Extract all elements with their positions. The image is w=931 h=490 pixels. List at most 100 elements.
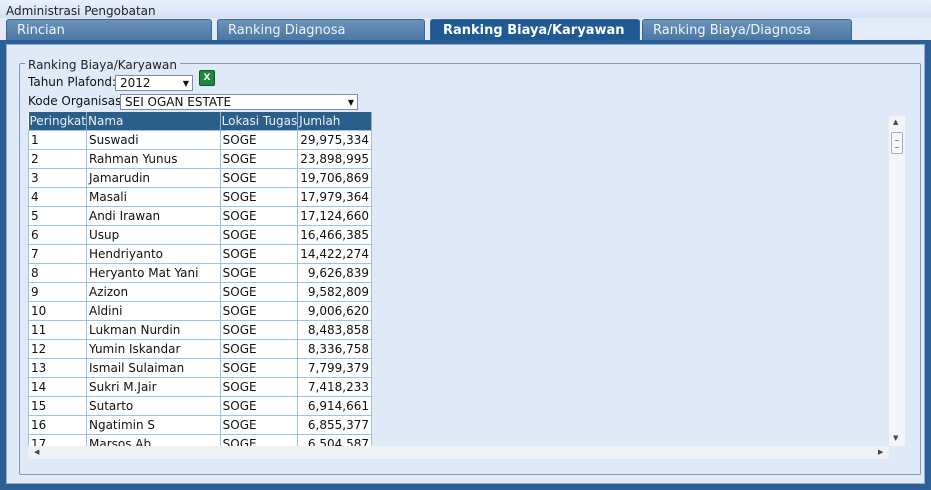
table-row[interactable]: 14 Sukri M.Jair SOGE 7,418,233 bbox=[28, 377, 372, 397]
amount-cell: 9,582,809 bbox=[297, 282, 372, 302]
location-cell: SOGE bbox=[219, 358, 299, 378]
scroll-left-icon[interactable]: ◀ bbox=[34, 448, 39, 456]
name-cell: Andi Irawan bbox=[85, 206, 221, 226]
name-cell: Rahman Yunus bbox=[85, 149, 221, 169]
location-cell: SOGE bbox=[219, 244, 299, 264]
table-row[interactable]: 5 Andi Irawan SOGE 17,124,660 bbox=[28, 206, 372, 226]
org-select-value: SEI OGAN ESTATE bbox=[125, 95, 232, 109]
amount-cell: 8,336,758 bbox=[297, 339, 372, 359]
location-cell: SOGE bbox=[219, 301, 299, 321]
location-cell: SOGE bbox=[219, 206, 299, 226]
rank-cell: 11 bbox=[28, 320, 87, 340]
amount-cell: 14,422,274 bbox=[297, 244, 372, 264]
tab-rincian[interactable]: Rincian bbox=[6, 19, 212, 40]
table-row[interactable]: 1 Suswadi SOGE 29,975,334 bbox=[28, 130, 372, 150]
amount-cell: 6,855,377 bbox=[297, 415, 372, 435]
table-row[interactable]: 15 Sutarto SOGE 6,914,661 bbox=[28, 396, 372, 416]
table-row[interactable]: 8 Heryanto Mat Yani SOGE 9,626,839 bbox=[28, 263, 372, 283]
name-cell: Masali bbox=[85, 187, 221, 207]
tab-ranking-biaya-diagnosa[interactable]: Ranking Biaya/Diagnosa bbox=[642, 19, 852, 40]
amount-cell: 9,006,620 bbox=[297, 301, 372, 321]
location-cell: SOGE bbox=[219, 377, 299, 397]
ranking-grid: Peringkat Nama Lokasi Tugas Jumlah 1 Susw… bbox=[28, 112, 372, 448]
header-peringkat[interactable]: Peringkat bbox=[28, 112, 87, 131]
name-cell: Ismail Sulaiman bbox=[85, 358, 221, 378]
location-cell: SOGE bbox=[219, 339, 299, 359]
amount-cell: 17,124,660 bbox=[297, 206, 372, 226]
name-cell: Sutarto bbox=[85, 396, 221, 416]
name-cell: Lukman Nurdin bbox=[85, 320, 221, 340]
table-row[interactable]: 2 Rahman Yunus SOGE 23,898,995 bbox=[28, 149, 372, 169]
rank-cell: 6 bbox=[28, 225, 87, 245]
rank-cell: 15 bbox=[28, 396, 87, 416]
rank-cell: 4 bbox=[28, 187, 87, 207]
location-cell: SOGE bbox=[219, 396, 299, 416]
excel-export-icon[interactable]: X bbox=[199, 70, 215, 86]
amount-cell: 17,979,364 bbox=[297, 187, 372, 207]
table-row[interactable]: 13 Ismail Sulaiman SOGE 7,799,379 bbox=[28, 358, 372, 378]
table-row[interactable]: 10 Aldini SOGE 9,006,620 bbox=[28, 301, 372, 321]
amount-cell: 19,706,869 bbox=[297, 168, 372, 188]
org-select[interactable]: SEI OGAN ESTATE ▼ bbox=[120, 94, 358, 110]
rank-cell: 8 bbox=[28, 263, 87, 283]
table-header-row: Peringkat Nama Lokasi Tugas Jumlah bbox=[28, 112, 372, 131]
window-title: Administrasi Pengobatan bbox=[0, 0, 931, 18]
name-cell: Heryanto Mat Yani bbox=[85, 263, 221, 283]
location-cell: SOGE bbox=[219, 149, 299, 169]
location-cell: SOGE bbox=[219, 187, 299, 207]
year-select[interactable]: 2012 ▼ bbox=[115, 75, 193, 91]
org-label: Kode Organisasi: bbox=[28, 94, 129, 108]
scrollbar-thumb[interactable] bbox=[891, 132, 903, 154]
amount-cell: 8,483,858 bbox=[297, 320, 372, 340]
rank-cell: 7 bbox=[28, 244, 87, 264]
rank-cell: 12 bbox=[28, 339, 87, 359]
location-cell: SOGE bbox=[219, 320, 299, 340]
amount-cell: 29,975,334 bbox=[297, 130, 372, 150]
rank-cell: 14 bbox=[28, 377, 87, 397]
chevron-down-icon: ▼ bbox=[347, 98, 354, 107]
table-row[interactable]: 7 Hendriyanto SOGE 14,422,274 bbox=[28, 244, 372, 264]
name-cell: Ngatimin S bbox=[85, 415, 221, 435]
scroll-up-icon[interactable]: ▲ bbox=[893, 118, 898, 126]
table-row[interactable]: 11 Lukman Nurdin SOGE 8,483,858 bbox=[28, 320, 372, 340]
name-cell: Suswadi bbox=[85, 130, 221, 150]
amount-cell: 6,914,661 bbox=[297, 396, 372, 416]
name-cell: Jamarudin bbox=[85, 168, 221, 188]
header-nama[interactable]: Nama bbox=[86, 112, 221, 131]
table-row[interactable]: 6 Usup SOGE 16,466,385 bbox=[28, 225, 372, 245]
table-row[interactable]: 9 Azizon SOGE 9,582,809 bbox=[28, 282, 372, 302]
rank-cell: 13 bbox=[28, 358, 87, 378]
table-row[interactable]: 12 Yumin Iskandar SOGE 8,336,758 bbox=[28, 339, 372, 359]
location-cell: SOGE bbox=[219, 168, 299, 188]
vertical-scrollbar[interactable]: ▲ ▼ bbox=[889, 116, 905, 446]
table-row[interactable]: 4 Masali SOGE 17,979,364 bbox=[28, 187, 372, 207]
header-jumlah[interactable]: Jumlah bbox=[297, 112, 372, 131]
tab-panel-frame: Ranking Biaya/Karyawan Tahun Plafond: 20… bbox=[0, 40, 931, 490]
name-cell: Hendriyanto bbox=[85, 244, 221, 264]
ranking-table: Peringkat Nama Lokasi Tugas Jumlah 1 Susw… bbox=[28, 112, 372, 448]
rank-cell: 5 bbox=[28, 206, 87, 226]
amount-cell: 16,466,385 bbox=[297, 225, 372, 245]
name-cell: Azizon bbox=[85, 282, 221, 302]
rank-cell: 3 bbox=[28, 168, 87, 188]
tab-ranking-diagnosa[interactable]: Ranking Diagnosa bbox=[217, 19, 425, 40]
horizontal-scrollbar[interactable]: ◀ ▶ bbox=[28, 446, 889, 459]
rank-cell: 1 bbox=[28, 130, 87, 150]
scroll-down-icon[interactable]: ▼ bbox=[893, 434, 898, 442]
name-cell: Aldini bbox=[85, 301, 221, 321]
tab-ranking-biaya-karyawan[interactable]: Ranking Biaya/Karyawan bbox=[430, 19, 640, 40]
tab-strip: Rincian Ranking Diagnosa Ranking Biaya/K… bbox=[0, 18, 931, 40]
location-cell: SOGE bbox=[219, 130, 299, 150]
amount-cell: 7,799,379 bbox=[297, 358, 372, 378]
location-cell: SOGE bbox=[219, 225, 299, 245]
table-row[interactable]: 3 Jamarudin SOGE 19,706,869 bbox=[28, 168, 372, 188]
rank-cell: 16 bbox=[28, 415, 87, 435]
amount-cell: 7,418,233 bbox=[297, 377, 372, 397]
header-lokasi-tugas[interactable]: Lokasi Tugas bbox=[220, 112, 299, 131]
location-cell: SOGE bbox=[219, 263, 299, 283]
tab-panel: Ranking Biaya/Karyawan Tahun Plafond: 20… bbox=[6, 44, 925, 484]
year-label: Tahun Plafond: bbox=[28, 75, 117, 89]
name-cell: Usup bbox=[85, 225, 221, 245]
scroll-right-icon[interactable]: ▶ bbox=[878, 448, 883, 456]
table-row[interactable]: 16 Ngatimin S SOGE 6,855,377 bbox=[28, 415, 372, 435]
